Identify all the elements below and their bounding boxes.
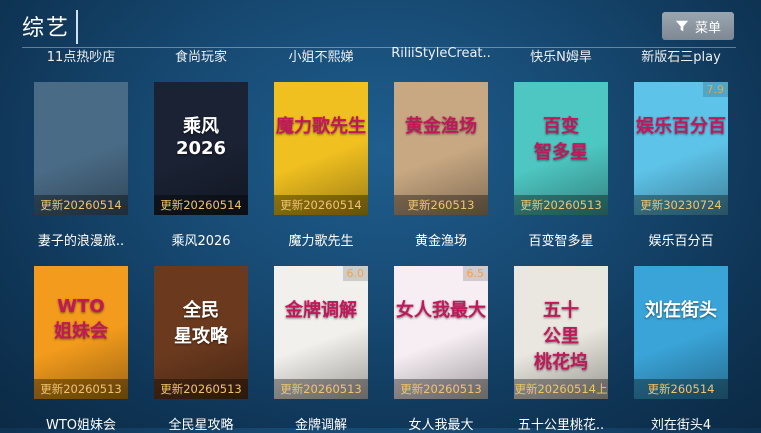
show-title[interactable]: WTO姐妹会: [26, 414, 136, 433]
show-card[interactable]: 金牌调解 6.0 更新20260513: [274, 266, 368, 399]
show-card[interactable]: 女人我最大 6.5 更新20260513: [394, 266, 488, 399]
update-badge: 更新260514: [634, 379, 728, 399]
list-item-label[interactable]: 食尚玩家: [146, 46, 256, 65]
update-badge: 更新20260513: [514, 195, 608, 215]
update-badge: 更新20260513: [154, 379, 248, 399]
menu-button[interactable]: 菜单: [662, 12, 734, 40]
update-badge: 更新20260514: [274, 195, 368, 215]
filter-icon: [675, 20, 689, 32]
show-title[interactable]: 全民星攻略: [146, 414, 256, 433]
poster-title-art: WTO 姐妹会: [54, 296, 108, 342]
list-item-label[interactable]: 小姐不熙娣: [266, 46, 376, 65]
list-item-label[interactable]: 新版石三play: [626, 46, 736, 65]
show-title[interactable]: 女人我最大: [386, 414, 496, 433]
list-item-label[interactable]: 11点热吵店: [26, 46, 136, 65]
score-badge: 6.5: [462, 266, 488, 281]
list-item-label[interactable]: RiliiStyleCreat..: [386, 46, 496, 61]
poster-title-art: 金牌调解: [285, 300, 357, 321]
score-badge: 6.0: [342, 266, 368, 281]
update-badge: 更新260513: [394, 195, 488, 215]
show-card[interactable]: 娱乐百分百 7.9 更新30230724: [634, 82, 728, 215]
show-card[interactable]: 刘在街头更新260514: [634, 266, 728, 399]
show-title[interactable]: 五十公里桃花..: [506, 414, 616, 433]
show-title[interactable]: 黄金渔场: [386, 230, 496, 249]
show-card[interactable]: 魔力歌先生更新20260514: [274, 82, 368, 215]
poster-title-art: 刘在街头: [645, 300, 717, 321]
title-divider: [76, 10, 78, 44]
show-title[interactable]: 百变智多星: [506, 230, 616, 249]
update-badge: 更新20260513: [274, 379, 368, 399]
update-badge: 更新20260514: [154, 195, 248, 215]
page-title: 综艺: [22, 16, 71, 41]
menu-button-label: 菜单: [694, 20, 721, 36]
show-title[interactable]: 刘在街头4: [626, 414, 736, 433]
poster-title-art: 娱乐百分百: [636, 116, 726, 137]
show-title[interactable]: 妻子的浪漫旅..: [26, 230, 136, 249]
poster-title-art: 黄金渔场: [405, 116, 477, 137]
poster-title-art: 乘风 2026: [175, 116, 227, 159]
show-title[interactable]: 娱乐百分百: [626, 230, 736, 249]
show-title[interactable]: 魔力歌先生: [266, 230, 376, 249]
show-card[interactable]: 乘风 2026 更新20260514: [154, 82, 248, 215]
partial-row: 11点热吵店 食尚玩家 小姐不熙娣 RiliiStyleCreat.. 快乐N姆…: [0, 46, 761, 66]
show-card[interactable]: WTO 姐妹会更新20260513: [34, 266, 128, 399]
show-card[interactable]: 全民 星攻略更新20260513: [154, 266, 248, 399]
show-card[interactable]: 更新20260514: [34, 82, 128, 215]
poster-title-art: 百变 智多星: [534, 116, 588, 163]
show-card[interactable]: 百变 智多星更新20260513: [514, 82, 608, 215]
poster-title-art: 五十 公里 桃花坞: [534, 300, 588, 373]
update-badge: 更新20260513: [34, 379, 128, 399]
show-card[interactable]: 黄金渔场更新260513: [394, 82, 488, 215]
update-badge: 更新20260513: [394, 379, 488, 399]
show-title[interactable]: 金牌调解: [266, 414, 376, 433]
show-card[interactable]: 五十 公里 桃花坞更新20260514上: [514, 266, 608, 399]
update-badge: 更新20260514上: [514, 379, 608, 399]
poster-title-art: 魔力歌先生: [276, 116, 366, 137]
poster-title-art: 全民 星攻略: [174, 300, 228, 347]
update-badge: 更新30230724: [634, 195, 728, 215]
update-badge: 更新20260514: [34, 195, 128, 215]
poster-title-art: 女人我最大: [396, 300, 486, 321]
header: 综艺 菜单: [0, 0, 761, 48]
list-item-label[interactable]: 快乐N姆旱: [506, 46, 616, 65]
score-badge: 7.9: [702, 82, 728, 97]
show-title[interactable]: 乘风2026: [146, 230, 256, 249]
